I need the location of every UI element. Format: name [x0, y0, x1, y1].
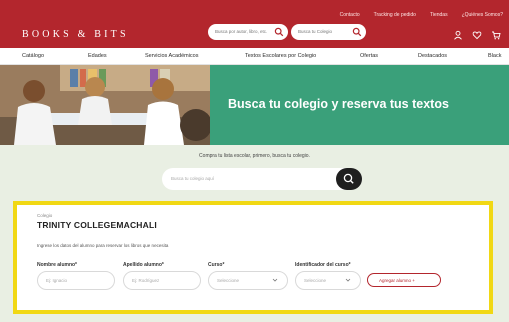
link-quienes-somos[interactable]: ¿Quiénes Somos?: [462, 12, 503, 18]
search-icon[interactable]: [274, 27, 284, 37]
identificador-placeholder: Seleccione: [304, 278, 327, 283]
header-icons: [453, 27, 501, 40]
colegio-search-input[interactable]: Busca tu colegio aquí: [162, 168, 362, 190]
header-search-input[interactable]: Busca por autor, libro, etc.: [208, 24, 288, 40]
heart-icon[interactable]: [472, 27, 482, 40]
nav-item-destacados[interactable]: Destacados: [418, 53, 447, 59]
nav-item-servicios[interactable]: Servicios Académicos: [145, 53, 199, 59]
user-icon[interactable]: [453, 27, 463, 40]
hero-banner: Busca tu colegio y reserva tus textos: [210, 65, 509, 145]
header-colegio-placeholder: Busca tu Colegio: [298, 29, 333, 34]
field-label-curso: Curso*: [208, 262, 225, 268]
link-contacto[interactable]: Contacto: [340, 12, 360, 18]
nav-item-edades[interactable]: Edades: [88, 53, 107, 59]
student-form-card: Colegio TRINITY COLLEGEMACHALI Ingrese l…: [13, 201, 493, 314]
header-colegio-input[interactable]: Busca tu Colegio: [291, 24, 366, 40]
field-label-identificador: Identificador del curso*: [295, 262, 351, 268]
nombre-alumno-input[interactable]: Ej: Ignacio: [37, 271, 115, 290]
add-student-label: Agregar alumno +: [379, 278, 415, 283]
search-icon: [343, 173, 354, 184]
apellido-alumno-input[interactable]: Ej: Rodríguez: [123, 271, 201, 290]
search-icon[interactable]: [352, 27, 362, 37]
nav-item-ofertas[interactable]: Ofertas: [360, 53, 378, 59]
nav-item-black[interactable]: Black: [488, 53, 501, 59]
nav-item-textos-escolares[interactable]: Textos Escolares por Colegio: [245, 53, 316, 59]
utility-links: Contacto Tracking de pedido Tiendas ¿Qui…: [340, 12, 503, 18]
identificador-curso-select[interactable]: Seleccione: [295, 271, 361, 290]
hero-title: Busca tu colegio y reserva tus textos: [228, 97, 449, 111]
top-header: Contacto Tracking de pedido Tiendas ¿Qui…: [0, 0, 509, 48]
curso-select[interactable]: Seleccione: [208, 271, 288, 290]
curso-placeholder: Seleccione: [217, 278, 240, 283]
add-student-button[interactable]: Agregar alumno +: [367, 273, 441, 287]
intro-text: Compra tu lista escolar, primero, busca …: [199, 153, 310, 159]
logo[interactable]: BOOKS & BITS: [22, 29, 129, 40]
nombre-placeholder: Ej: Ignacio: [46, 278, 68, 283]
colegio-label: Colegio: [37, 213, 53, 218]
school-name: TRINITY COLLEGEMACHALI: [37, 220, 157, 230]
field-label-nombre: Nombre alumno*: [37, 262, 78, 268]
colegio-search-button[interactable]: [336, 168, 362, 190]
hero-image: [0, 65, 210, 145]
cart-icon[interactable]: [491, 27, 501, 40]
chevron-down-icon: [272, 278, 278, 282]
nav-item-catalogo[interactable]: Catálogo: [22, 53, 44, 59]
chevron-down-icon: [345, 278, 351, 282]
apellido-placeholder: Ej: Rodríguez: [132, 278, 160, 283]
header-search-placeholder: Busca por autor, libro, etc.: [215, 29, 268, 34]
form-instructions: Ingrese los datos del alumno para reserv…: [37, 243, 169, 248]
colegio-search-placeholder: Busca tu colegio aquí: [171, 176, 215, 181]
main-nav: Catálogo Edades Servicios Académicos Tex…: [0, 48, 509, 65]
link-tracking[interactable]: Tracking de pedido: [374, 12, 416, 18]
link-tiendas[interactable]: Tiendas: [430, 12, 448, 18]
field-label-apellido: Apellido alumno*: [123, 262, 164, 268]
